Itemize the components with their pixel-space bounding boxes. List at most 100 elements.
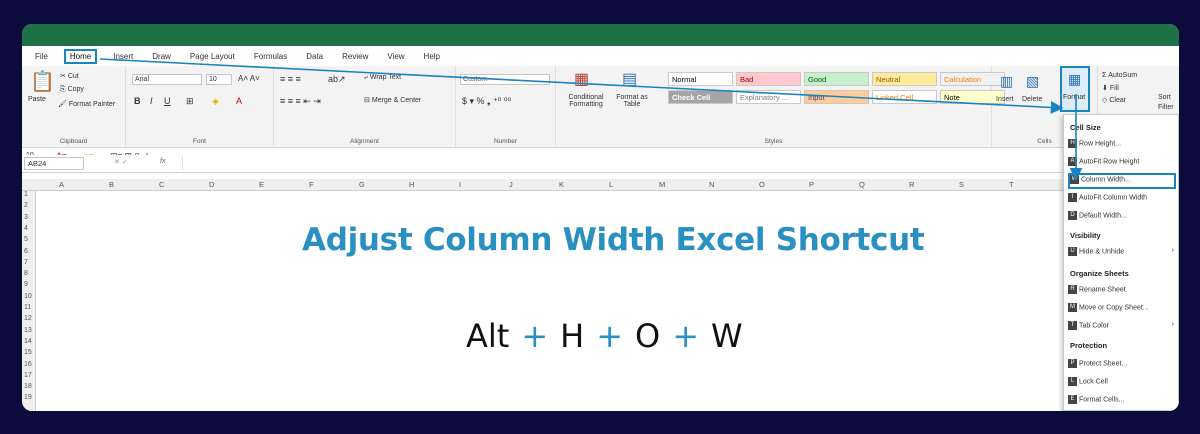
font-name-select[interactable]: Arial — [132, 74, 202, 85]
format-as-table-label[interactable]: Format as Table — [612, 94, 652, 108]
sort-label[interactable]: Sort — [1158, 94, 1171, 101]
row-header[interactable]: 4 — [24, 225, 28, 232]
column-header[interactable]: G — [359, 180, 365, 189]
cell-style-5[interactable]: Check Cell — [668, 90, 733, 104]
number-format-select[interactable]: Custom — [460, 74, 550, 85]
italic-button[interactable]: I — [150, 96, 153, 106]
conditional-formatting-label[interactable]: Conditional Formatting — [560, 94, 612, 108]
row-header[interactable]: 10 — [24, 293, 32, 300]
menu-insert[interactable]: Insert — [110, 50, 136, 63]
copy-button[interactable]: ⎘ Copy — [60, 86, 84, 94]
insert-cells-label[interactable]: Insert — [996, 96, 1014, 103]
column-header[interactable]: R — [909, 180, 914, 189]
column-header[interactable]: S — [959, 180, 964, 189]
tab-color-item[interactable]: T Tab Color › — [1068, 321, 1176, 335]
rename-sheet-item[interactable]: R Rename Sheet — [1068, 285, 1176, 299]
column-header[interactable]: H — [409, 180, 414, 189]
column-header[interactable]: I — [459, 180, 461, 189]
menu-data[interactable]: Data — [303, 50, 326, 63]
row-header[interactable]: 16 — [24, 361, 32, 368]
wrap-text-button[interactable]: ⤶ Wrap Text — [364, 74, 401, 82]
column-header[interactable]: E — [259, 180, 264, 189]
row-header[interactable]: 1 — [24, 191, 28, 198]
bold-button[interactable]: B — [134, 96, 141, 106]
column-header[interactable]: D — [209, 180, 214, 189]
underline-button[interactable]: U — [164, 96, 171, 106]
row-height-item[interactable]: H Row Height... — [1068, 139, 1176, 153]
format-cells-item[interactable]: E Format Cells... — [1068, 395, 1176, 409]
align-top-icon[interactable]: ≡ ≡ ≡ — [280, 74, 301, 84]
font-size-select[interactable]: 10 — [206, 74, 232, 85]
menu-review[interactable]: Review — [339, 50, 371, 63]
borders-icon[interactable]: ⊞ — [186, 96, 194, 107]
cell-style-6[interactable]: Explanatory ... — [736, 90, 801, 104]
format-button[interactable]: ▦ Format — [1060, 66, 1090, 112]
column-header[interactable]: K — [559, 180, 564, 189]
row-header[interactable]: 6 — [24, 248, 28, 255]
row-header[interactable]: 14 — [24, 338, 32, 345]
hide-unhide-item[interactable]: U Hide & Unhide › — [1068, 247, 1176, 261]
cell-style-2[interactable]: Good — [804, 72, 869, 86]
row-header[interactable]: 13 — [24, 327, 32, 334]
row-header[interactable]: 18 — [24, 383, 32, 390]
cell-style-8[interactable]: Linked Cell — [872, 90, 937, 104]
column-width-item[interactable]: W Column Width... — [1068, 173, 1176, 189]
column-header[interactable]: J — [509, 180, 513, 189]
row-header[interactable]: 3 — [24, 214, 28, 221]
row-header[interactable]: 5 — [24, 236, 28, 243]
paste-icon[interactable]: 📋 — [30, 72, 55, 92]
fx-icon[interactable]: fx — [160, 158, 165, 165]
column-header[interactable]: T — [1009, 180, 1014, 189]
autofit-column-item[interactable]: I AutoFit Column Width — [1068, 193, 1176, 207]
row-header[interactable]: 2 — [24, 202, 28, 209]
row-header[interactable]: 8 — [24, 270, 28, 277]
row-header[interactable]: 15 — [24, 349, 32, 356]
cut-button[interactable]: ✂ Cut — [60, 72, 79, 80]
grow-shrink-font-icon[interactable]: A˄ A˅ — [238, 74, 260, 83]
row-header[interactable]: 19 — [24, 394, 32, 401]
paste-label[interactable]: Paste — [28, 96, 46, 103]
format-painter-button[interactable]: 🖌 Format Painter — [58, 100, 115, 108]
menu-home[interactable]: Home — [63, 48, 98, 64]
column-header[interactable]: A — [59, 180, 64, 189]
column-header[interactable]: P — [809, 180, 814, 189]
fill-color-icon[interactable]: ◈ — [212, 96, 219, 107]
row-header[interactable]: 7 — [24, 259, 28, 266]
column-header[interactable]: B — [109, 180, 114, 189]
name-box[interactable]: AB24 — [24, 157, 84, 170]
orientation-icon[interactable]: ab↗ — [328, 74, 346, 85]
row-header[interactable]: 11 — [24, 304, 31, 311]
menu-formulas[interactable]: Formulas — [251, 50, 290, 63]
font-color-icon[interactable]: A — [236, 96, 242, 106]
formula-input[interactable] — [182, 157, 1062, 170]
merge-center-button[interactable]: ⊟ Merge & Center — [364, 96, 421, 104]
fill-button[interactable]: ⬇ Fill — [1102, 84, 1119, 92]
cell-style-1[interactable]: Bad — [736, 72, 801, 86]
autofit-row-item[interactable]: A AutoFit Row Height — [1068, 157, 1176, 171]
cell-style-3[interactable]: Neutral — [872, 72, 937, 86]
menu-help[interactable]: Help — [421, 50, 443, 63]
lock-cell-item[interactable]: L Lock Cell — [1068, 377, 1176, 391]
insert-cells-icon[interactable]: ▥ — [1000, 74, 1013, 88]
format-as-table-icon[interactable]: ▤ — [622, 72, 637, 88]
conditional-formatting-icon[interactable]: ▦ — [574, 72, 589, 88]
column-header[interactable]: C — [159, 180, 164, 189]
cell-style-0[interactable]: Normal — [668, 72, 733, 86]
filter-label[interactable]: Filter — [1158, 104, 1174, 111]
column-header[interactable]: M — [659, 180, 665, 189]
column-header[interactable]: L — [609, 180, 613, 189]
clear-button[interactable]: ◇ Clear — [1102, 96, 1126, 104]
delete-cells-icon[interactable]: ▧ — [1026, 74, 1039, 88]
align-left-icon[interactable]: ≡ ≡ ≡ ⇤ ⇥ — [280, 96, 321, 107]
row-header[interactable]: 12 — [24, 315, 32, 322]
row-header[interactable]: 17 — [24, 372, 32, 379]
menu-view[interactable]: View — [384, 50, 407, 63]
column-header[interactable]: O — [759, 180, 765, 189]
autosum-button[interactable]: Σ AutoSum — [1102, 72, 1137, 79]
row-header[interactable]: 9 — [24, 281, 28, 288]
delete-cells-label[interactable]: Delete — [1022, 96, 1042, 103]
default-width-item[interactable]: D Default Width... — [1068, 211, 1176, 225]
protect-sheet-item[interactable]: P Protect Sheet... — [1068, 359, 1176, 373]
cell-style-7[interactable]: Input — [804, 90, 869, 104]
cancel-confirm-icon[interactable]: ✕ ✓ — [114, 158, 128, 166]
